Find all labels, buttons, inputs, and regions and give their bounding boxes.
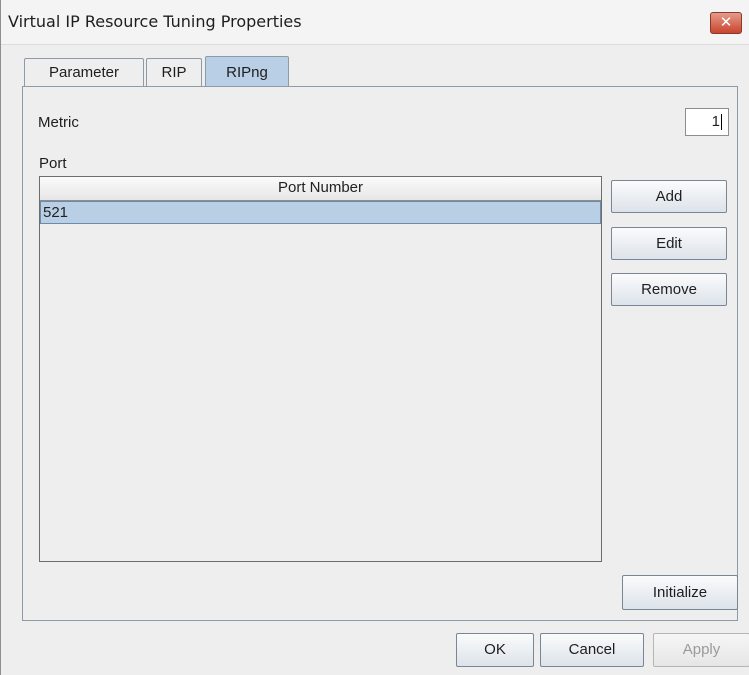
window-title: Virtual IP Resource Tuning Properties <box>8 12 302 31</box>
title-bar[interactable]: Virtual IP Resource Tuning Properties ✕ <box>1 0 749 45</box>
port-table[interactable]: Port Number 521 <box>39 176 602 562</box>
metric-label: Metric <box>38 114 79 131</box>
initialize-button[interactable]: Initialize <box>622 575 738 610</box>
tab-label: RIPng <box>226 64 268 81</box>
tab-parameter[interactable]: Parameter <box>24 58 144 86</box>
tab-label: RIP <box>161 64 187 81</box>
port-label: Port <box>39 155 67 172</box>
metric-input[interactable]: 1 <box>685 108 729 136</box>
add-button[interactable]: Add <box>611 180 727 213</box>
table-row[interactable]: 521 <box>40 201 601 224</box>
cancel-button[interactable]: Cancel <box>540 633 644 667</box>
table-cell-port-number: 521 <box>43 204 69 221</box>
text-cursor <box>721 114 722 131</box>
dialog-window: Virtual IP Resource Tuning Properties ✕ … <box>0 0 749 675</box>
tab-label: Parameter <box>48 64 120 81</box>
ok-button[interactable]: OK <box>456 633 534 667</box>
close-icon: ✕ <box>719 13 733 31</box>
tab-rip[interactable]: RIP <box>146 58 202 86</box>
column-header-port-number[interactable]: Port Number <box>40 177 601 201</box>
apply-button[interactable]: Apply <box>653 633 749 667</box>
edit-button[interactable]: Edit <box>611 227 727 260</box>
metric-value: 1 <box>711 113 720 130</box>
close-button[interactable]: ✕ <box>710 12 742 34</box>
tab-ripng[interactable]: RIPng <box>205 56 289 86</box>
remove-button[interactable]: Remove <box>611 273 727 306</box>
